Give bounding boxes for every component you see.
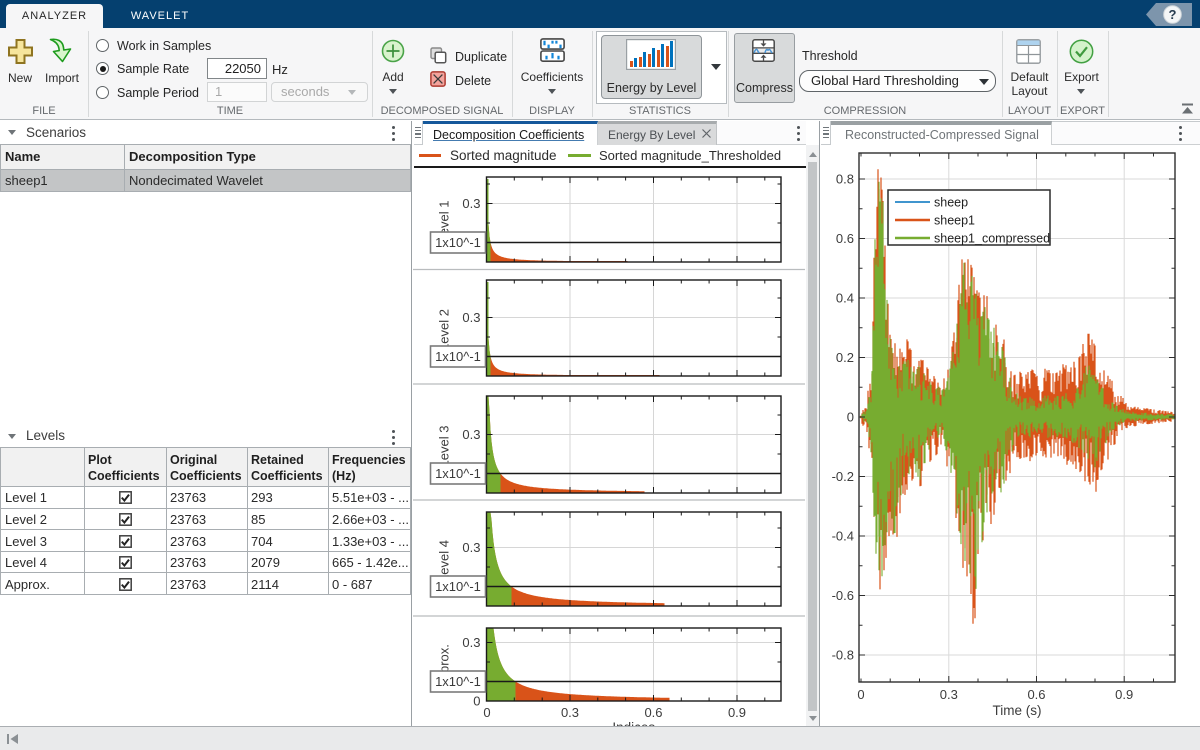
svg-text:-0.8: -0.8 [832, 648, 854, 663]
svg-text:0.3: 0.3 [462, 310, 480, 325]
svg-text:0.8: 0.8 [836, 172, 854, 187]
svg-text:1x10^-1: 1x10^-1 [435, 349, 481, 364]
svg-text:0.3: 0.3 [462, 635, 480, 650]
svg-text:1x10^-1: 1x10^-1 [435, 579, 481, 594]
svg-text:0.3: 0.3 [462, 427, 480, 442]
svg-text:0: 0 [847, 410, 854, 425]
svg-text:Level 3: Level 3 [437, 426, 452, 468]
svg-text:0: 0 [857, 687, 864, 702]
svg-text:0.3: 0.3 [940, 687, 958, 702]
svg-text:Time (s): Time (s) [993, 703, 1042, 718]
svg-text:1x10^-1: 1x10^-1 [435, 466, 481, 481]
svg-text:0.3: 0.3 [462, 196, 480, 211]
svg-text:0: 0 [473, 694, 480, 709]
svg-text:1x10^-1: 1x10^-1 [435, 674, 481, 689]
svg-text:0: 0 [483, 705, 490, 720]
svg-text:0.6: 0.6 [644, 705, 662, 720]
svg-text:0.3: 0.3 [561, 705, 579, 720]
svg-text:sheep: sheep [934, 196, 968, 210]
svg-text:-0.6: -0.6 [832, 588, 854, 603]
svg-text:-0.4: -0.4 [832, 529, 854, 544]
svg-text:0.6: 0.6 [836, 231, 854, 246]
svg-text:?: ? [1169, 7, 1177, 22]
svg-text:0.6: 0.6 [1027, 687, 1045, 702]
svg-text:1x10^-1: 1x10^-1 [435, 235, 481, 250]
svg-text:0.3: 0.3 [462, 540, 480, 555]
svg-text:0.2: 0.2 [836, 350, 854, 365]
svg-text:0.9: 0.9 [1115, 687, 1133, 702]
svg-text:-0.2: -0.2 [832, 469, 854, 484]
svg-text:0.4: 0.4 [836, 291, 854, 306]
svg-text:0.9: 0.9 [728, 705, 746, 720]
svg-text:sheep1_compressed: sheep1_compressed [934, 232, 1050, 246]
svg-text:Level 2: Level 2 [437, 309, 452, 351]
svg-text:sheep1: sheep1 [934, 214, 975, 228]
